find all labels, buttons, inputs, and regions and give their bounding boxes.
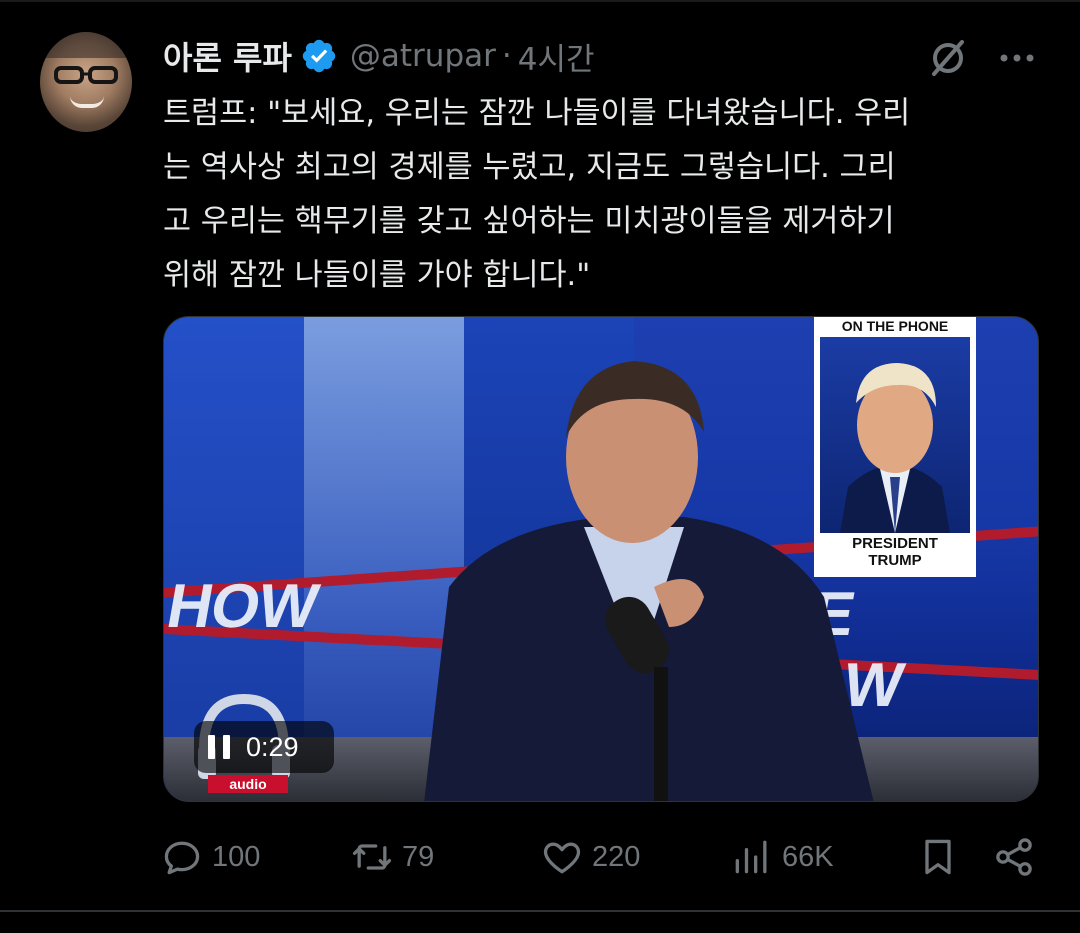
share-icon[interactable] — [992, 835, 1036, 879]
bookmark-action[interactable] — [916, 834, 960, 880]
more-horizontal-icon[interactable] — [998, 44, 1036, 72]
like-count: 220 — [592, 840, 641, 873]
pause-icon[interactable] — [208, 735, 230, 759]
bottom-divider — [0, 910, 1080, 912]
reply-count: 100 — [212, 840, 261, 873]
bar-chart-icon[interactable] — [730, 835, 774, 879]
share-action[interactable] — [992, 834, 1036, 880]
grok-slash-circle-icon[interactable] — [926, 38, 970, 78]
logo-text: audio — [229, 776, 266, 792]
video-player[interactable]: HOW ADE SHOW ON THE PHONE PRESIDENT TRUM… — [163, 316, 1039, 802]
tweet-time[interactable]: 4시간 — [518, 34, 595, 79]
tweet-header: 아론 루파 @atrupar · 4시간 — [163, 34, 595, 78]
video-timestamp: 0:29 — [246, 731, 299, 762]
verified-badge-icon[interactable] — [300, 37, 338, 75]
like-action[interactable]: 220 — [540, 834, 640, 880]
inset-caption: PRESIDENT TRUMP — [852, 535, 938, 569]
header-separator: · — [501, 38, 512, 74]
retweet-arrows-icon[interactable] — [350, 835, 394, 879]
inset-header: ON THE PHONE — [814, 317, 976, 335]
glasses-graphic — [54, 66, 118, 84]
view-count: 66K — [782, 840, 834, 873]
tweet-text: 트럼프: "보세요, 우리는 잠깐 나들이를 다녀왔습니다. 우리 는 역사상 … — [163, 96, 911, 293]
reply-action[interactable]: 100 — [160, 834, 260, 880]
inset-photo — [820, 337, 970, 533]
bookmark-icon[interactable] — [916, 835, 960, 879]
views-action[interactable]: 66K — [730, 834, 834, 880]
retweet-count: 79 — [402, 840, 435, 873]
retweet-action[interactable]: 79 — [350, 834, 434, 880]
reply-bubble-icon[interactable] — [160, 835, 204, 879]
author-handle[interactable]: @atrupar — [350, 38, 496, 74]
avatar[interactable] — [40, 32, 132, 132]
video-time-pill[interactable]: 0:29 — [194, 721, 334, 773]
inset-portrait — [840, 363, 950, 533]
author-display-name[interactable]: 아론 루파 — [163, 33, 292, 79]
inset-panel: ON THE PHONE PRESIDENT TRUMP — [814, 317, 976, 577]
top-divider — [0, 0, 1080, 2]
background-show-text-left: HOW — [163, 572, 323, 641]
heart-icon[interactable] — [540, 835, 584, 879]
